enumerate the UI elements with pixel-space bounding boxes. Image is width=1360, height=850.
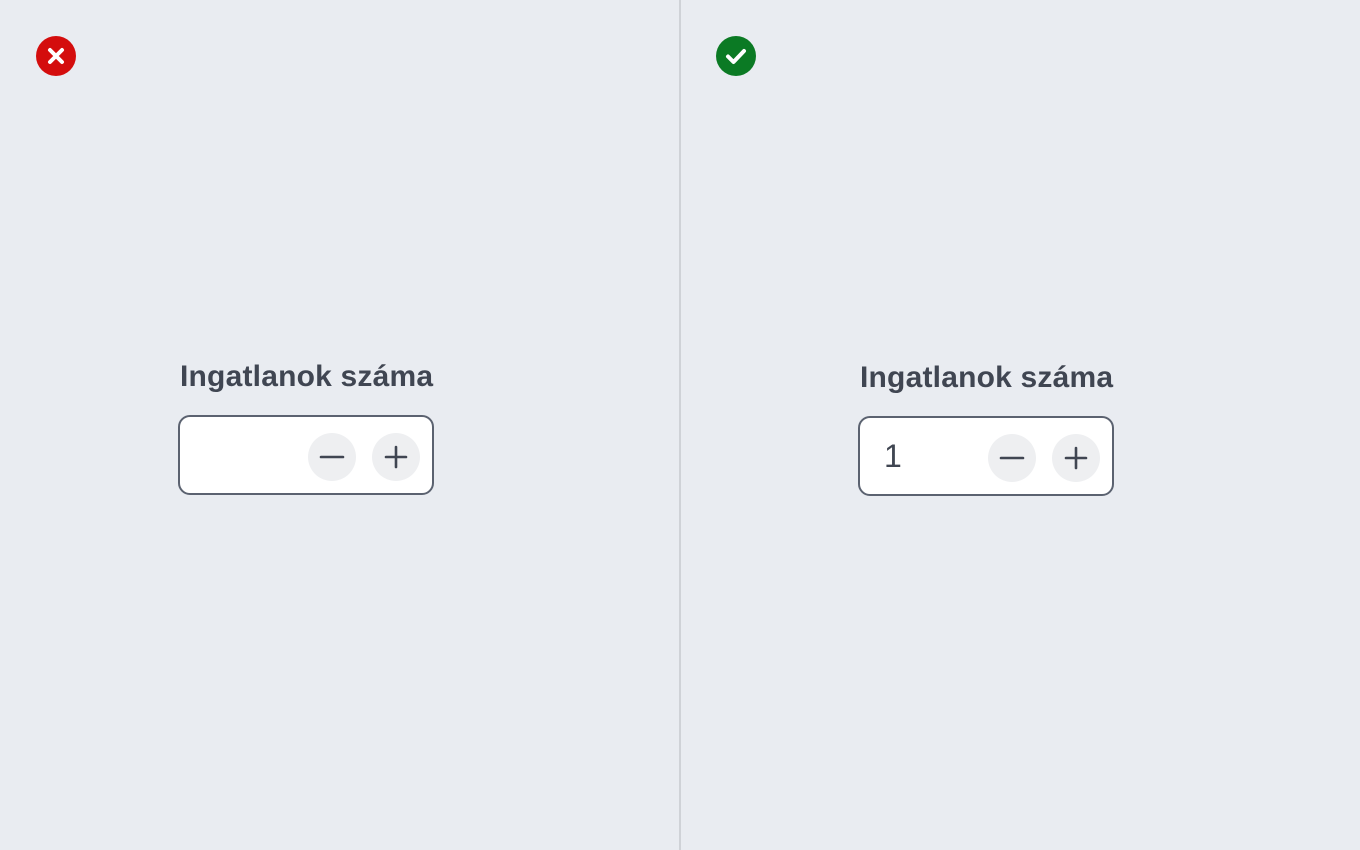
correct-example-panel: Ingatlanok száma	[680, 0, 1360, 850]
plus-icon	[382, 443, 410, 471]
property-count-field: Ingatlanok száma	[858, 360, 1114, 496]
success-check-icon	[716, 36, 756, 76]
decrement-button[interactable]	[308, 433, 356, 481]
decrement-button[interactable]	[988, 434, 1036, 482]
error-x-icon	[36, 36, 76, 76]
plus-icon	[1062, 444, 1090, 472]
quantity-input[interactable]	[204, 417, 304, 493]
field-label: Ingatlanok száma	[860, 361, 1114, 394]
increment-button[interactable]	[372, 433, 420, 481]
quantity-stepper	[178, 415, 434, 495]
minus-icon	[318, 443, 346, 471]
increment-button[interactable]	[1052, 434, 1100, 482]
quantity-input[interactable]	[884, 418, 984, 494]
quantity-stepper	[858, 416, 1114, 496]
field-label: Ingatlanok száma	[180, 360, 434, 393]
incorrect-example-panel: Ingatlanok száma	[0, 0, 680, 850]
property-count-field: Ingatlanok száma	[178, 359, 434, 495]
minus-icon	[998, 444, 1026, 472]
